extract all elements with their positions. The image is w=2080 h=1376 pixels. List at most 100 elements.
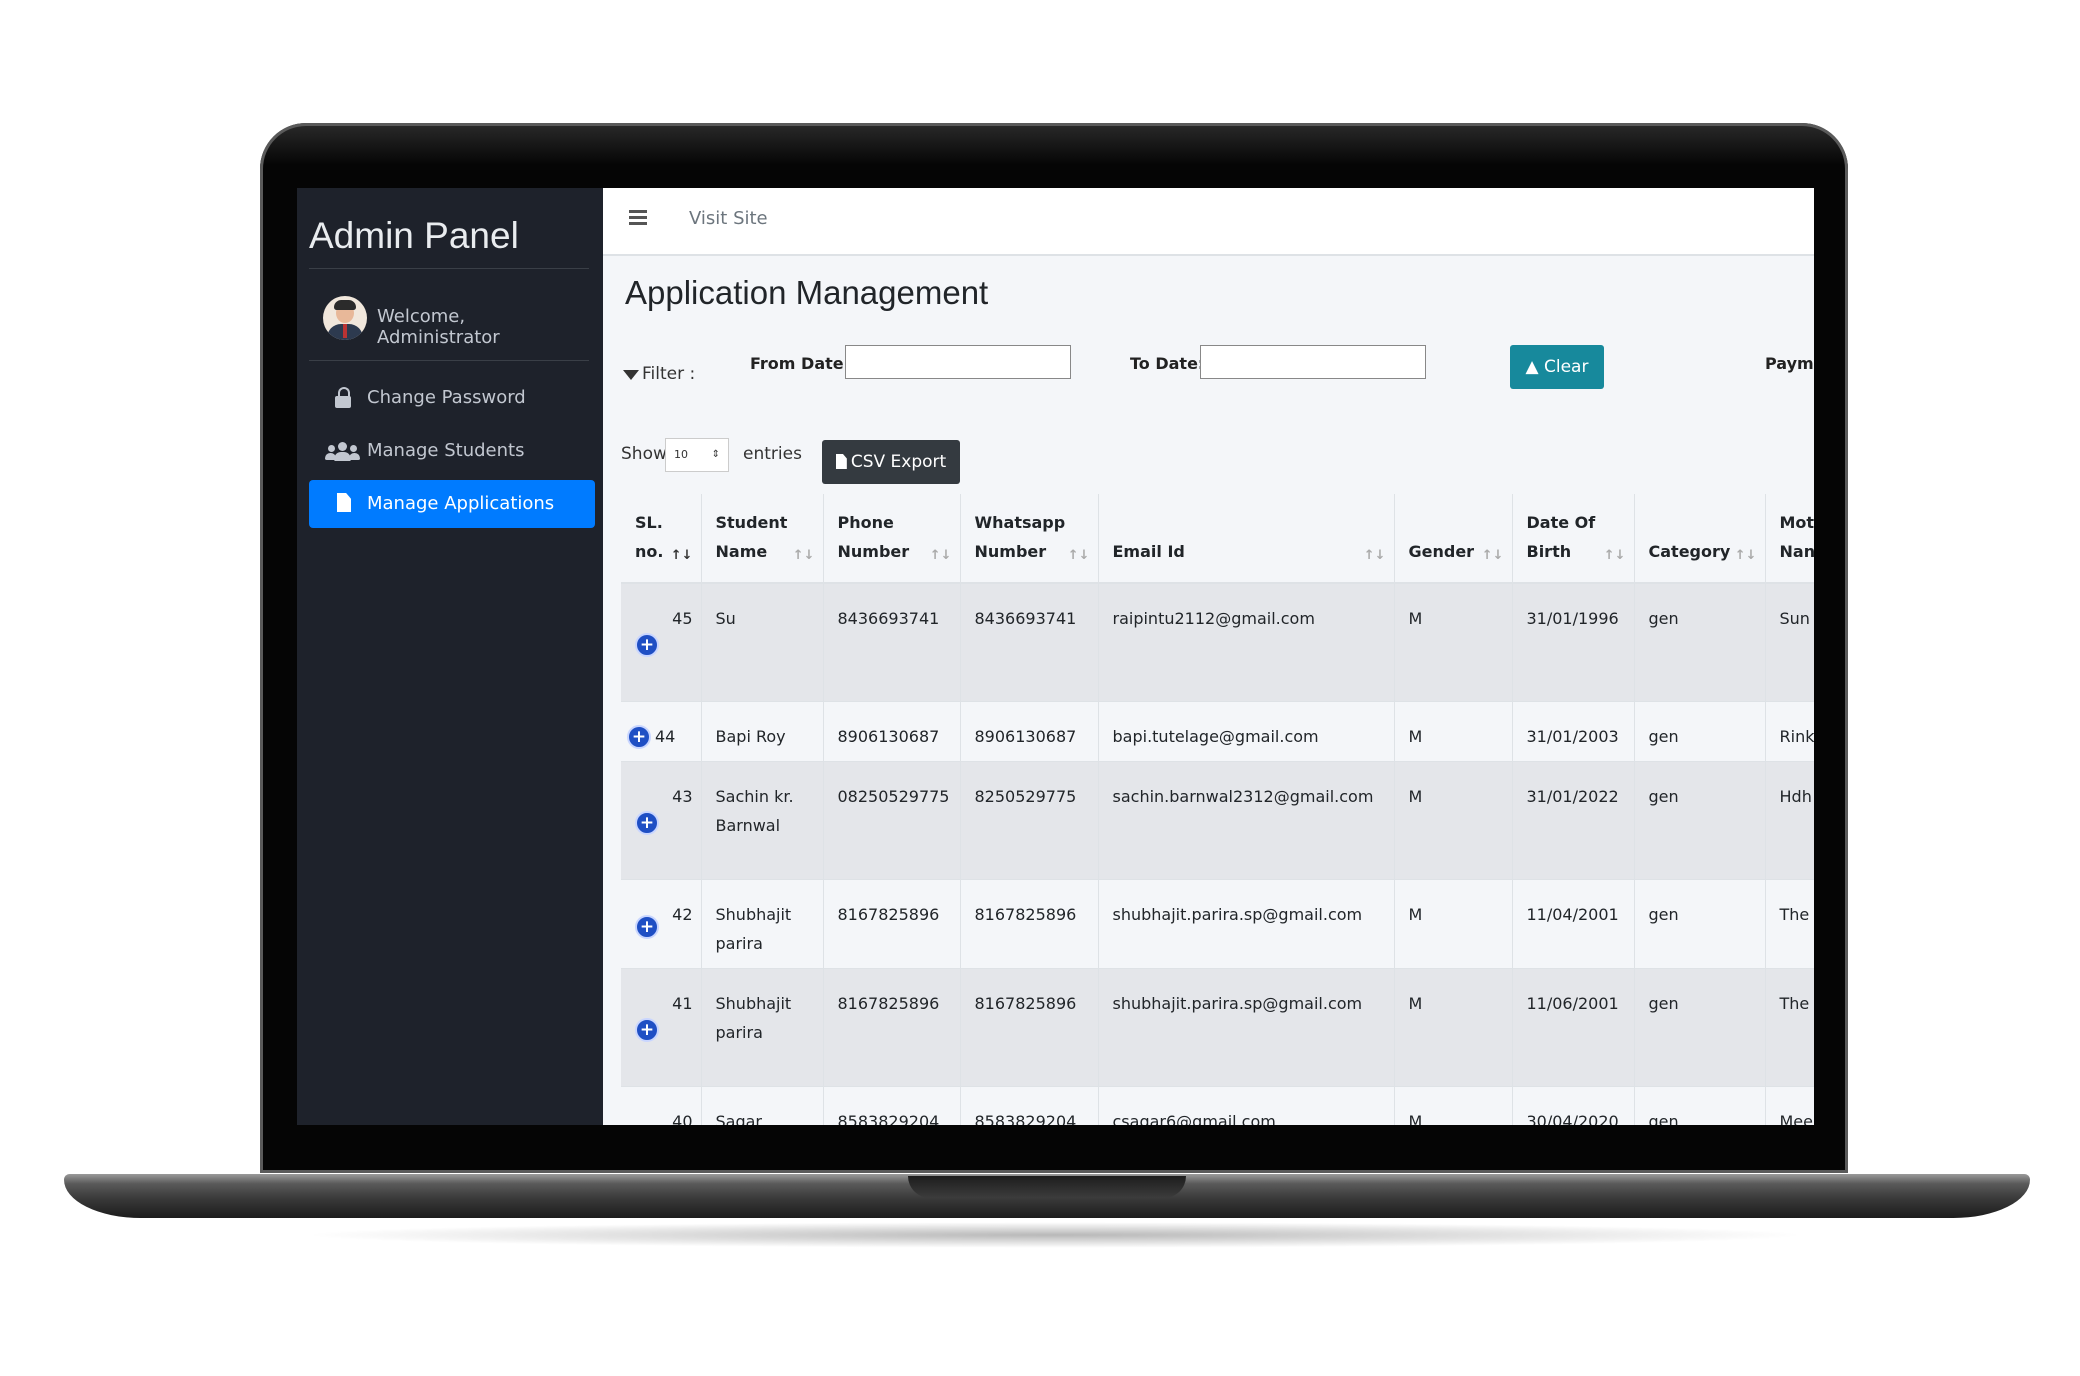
- sl-cell: +44: [621, 700, 702, 761]
- hamburger-icon[interactable]: [629, 210, 647, 226]
- eraser-icon: ▲: [1525, 357, 1539, 377]
- column-header[interactable]: Date Of Birth ↑↓: [1512, 494, 1635, 584]
- clear-button[interactable]: ▲ Clear: [1510, 345, 1604, 389]
- gender-cell: M: [1394, 760, 1513, 879]
- sort-icon: ↑↓: [792, 548, 815, 563]
- table-row[interactable]: 45 + Su 8436693741 8436693741 raipintu211…: [621, 582, 1814, 701]
- column-header[interactable]: Whatsapp Number ↑↓: [960, 494, 1099, 584]
- applications-table-wrap: SL. no. ↑↓ Student Name ↑↓ Phone Number ↑↓ Wha…: [621, 494, 1814, 1125]
- sort-icon: ↑↓: [1481, 548, 1504, 563]
- mother-name-cell: The: [1765, 878, 1814, 968]
- name-cell: Sachin kr. Barnwal: [701, 760, 824, 879]
- user-panel: Welcome, Administrator: [309, 280, 589, 361]
- expand-row-icon[interactable]: +: [627, 724, 651, 749]
- gender-cell: M: [1394, 1085, 1513, 1125]
- page-title: Application Management: [625, 274, 989, 311]
- whatsapp-cell: 8167825896: [960, 878, 1099, 968]
- phone-cell: 8906130687: [823, 700, 961, 761]
- entries-select[interactable]: 10 ⇕: [665, 438, 729, 472]
- from-date-input[interactable]: [845, 345, 1071, 379]
- email-cell: shubhajit.parira.sp@gmail.com: [1098, 878, 1395, 968]
- table-row[interactable]: +44 Bapi Roy 8906130687 8906130687 bapi.…: [621, 700, 1814, 761]
- expand-row-icon[interactable]: +: [635, 1017, 659, 1042]
- visit-site-link[interactable]: Visit Site: [689, 208, 768, 229]
- sidebar-item-manage-applications[interactable]: Manage Applications: [309, 480, 595, 528]
- phone-cell: 8436693741: [823, 582, 961, 701]
- from-date-label: From Date:: [750, 354, 851, 373]
- column-header[interactable]: Mot Nan: [1765, 494, 1814, 584]
- email-cell: csagar6@gmail.com: [1098, 1085, 1395, 1125]
- table-row[interactable]: 42 + Shubhajit parira 8167825896 81678258…: [621, 878, 1814, 968]
- gender-cell: M: [1394, 700, 1513, 761]
- mother-name-cell: Hdh: [1765, 760, 1814, 879]
- sidebar: Admin Panel Welcome, Administrator Chang…: [297, 188, 603, 1125]
- category-cell: gen: [1634, 1085, 1766, 1125]
- expand-row-icon[interactable]: +: [635, 633, 659, 657]
- select-arrows-icon: ⇕: [711, 449, 720, 460]
- table-row[interactable]: 43 + Sachin kr. Barnwal 08250529775 82505…: [621, 760, 1814, 879]
- expand-row-icon[interactable]: +: [635, 810, 659, 835]
- expand-row-icon[interactable]: +: [635, 914, 659, 939]
- sidebar-item-label: Manage Students: [367, 440, 525, 461]
- file-icon: [337, 493, 351, 512]
- whatsapp-cell: 8583829204: [960, 1085, 1099, 1125]
- category-cell: gen: [1634, 878, 1766, 968]
- topbar: Visit Site: [603, 188, 1814, 256]
- sort-desc-icon: ↑↓: [670, 548, 693, 563]
- whatsapp-cell: 8250529775: [960, 760, 1099, 879]
- name-cell: Sagar: [701, 1085, 824, 1125]
- csv-export-label: CSV Export: [850, 452, 947, 472]
- dob-cell: 31/01/2003: [1512, 700, 1635, 761]
- sidebar-item-label: Change Password: [367, 387, 526, 408]
- mother-name-cell: Mee: [1765, 1085, 1814, 1125]
- gender-cell: M: [1394, 967, 1513, 1086]
- category-cell: gen: [1634, 700, 1766, 761]
- whatsapp-cell: 8167825896: [960, 967, 1099, 1086]
- sl-cell: 41 +: [621, 967, 702, 1086]
- dob-cell: 31/01/2022: [1512, 760, 1635, 879]
- sidebar-item-manage-students[interactable]: Manage Students: [309, 427, 595, 475]
- category-cell: gen: [1634, 760, 1766, 879]
- table-row[interactable]: 40 Sagar 8583829204 8583829204 csagar6@g…: [621, 1085, 1814, 1125]
- laptop-notch: [908, 1176, 1186, 1198]
- sort-icon: ↑↓: [1067, 548, 1090, 563]
- sidebar-item-change-password[interactable]: Change Password: [309, 374, 595, 422]
- mother-name-cell: The: [1765, 967, 1814, 1086]
- column-header[interactable]: Gender ↑↓: [1394, 494, 1513, 584]
- mother-name-cell: Rink: [1765, 700, 1814, 761]
- sidebar-nav: Change Password Manage Students Manage A…: [309, 374, 595, 533]
- table-row[interactable]: 41 + Shubhajit parira 8167825896 81678258…: [621, 967, 1814, 1086]
- column-header[interactable]: Category ↑↓: [1634, 494, 1766, 584]
- sl-cell: 40: [621, 1085, 702, 1125]
- email-cell: bapi.tutelage@gmail.com: [1098, 700, 1395, 761]
- main-content: Visit Site Application Management Filter…: [603, 188, 1814, 1125]
- sort-icon: ↑↓: [1603, 548, 1626, 563]
- column-header[interactable]: SL. no. ↑↓: [621, 494, 702, 584]
- column-header[interactable]: Phone Number ↑↓: [823, 494, 961, 584]
- column-header[interactable]: Email Id ↑↓: [1098, 494, 1395, 584]
- phone-cell: 08250529775: [823, 760, 961, 879]
- payment-label: Paym: [1765, 354, 1814, 373]
- file-icon: [835, 454, 847, 469]
- phone-cell: 8583829204: [823, 1085, 961, 1125]
- to-date-input[interactable]: [1200, 345, 1426, 379]
- column-header[interactable]: Student Name ↑↓: [701, 494, 824, 584]
- entries-label: entries: [743, 444, 802, 464]
- dob-cell: 31/01/1996: [1512, 582, 1635, 701]
- show-label: Show: [621, 444, 667, 464]
- table-header-row: SL. no. ↑↓ Student Name ↑↓ Phone Number ↑↓ Wha…: [621, 494, 1814, 584]
- applications-table: SL. no. ↑↓ Student Name ↑↓ Phone Number ↑↓ Wha…: [621, 494, 1814, 1125]
- email-cell: sachin.barnwal2312@gmail.com: [1098, 760, 1395, 879]
- csv-export-button[interactable]: CSV Export: [822, 440, 960, 484]
- name-cell: Bapi Roy: [701, 700, 824, 761]
- gender-cell: M: [1394, 582, 1513, 701]
- phone-cell: 8167825896: [823, 967, 961, 1086]
- filter-label: Filter :: [623, 364, 695, 384]
- to-date-label: To Date:: [1130, 354, 1205, 373]
- dob-cell: 30/04/2020: [1512, 1085, 1635, 1125]
- dob-cell: 11/06/2001: [1512, 967, 1635, 1086]
- sl-cell: 45 +: [621, 582, 702, 701]
- whatsapp-cell: 8906130687: [960, 700, 1099, 761]
- brand-title[interactable]: Admin Panel: [309, 204, 589, 269]
- sort-icon: ↑↓: [1363, 548, 1386, 563]
